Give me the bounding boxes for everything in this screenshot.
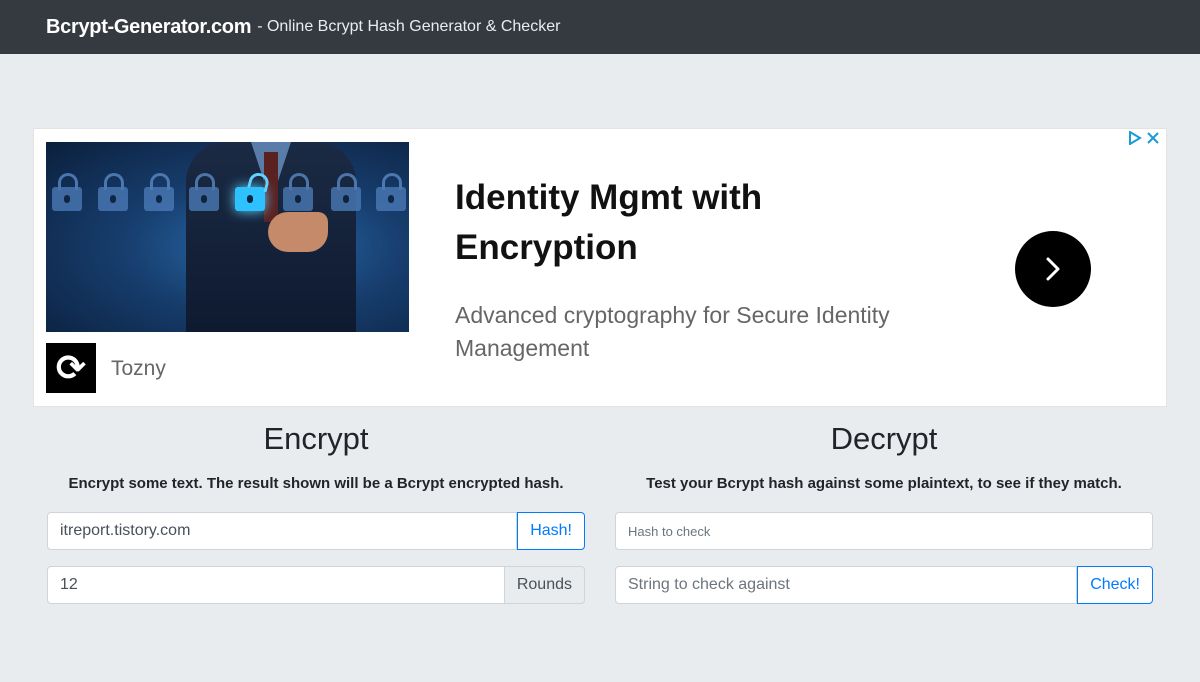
site-tagline: - Online Bcrypt Hash Generator & Checker [257, 18, 561, 35]
encrypt-text-group: Hash! [47, 512, 585, 550]
padlock-icon [189, 173, 219, 211]
advertiser-logo-icon[interactable]: ⟳ [46, 343, 96, 393]
ad-choices[interactable] [1128, 131, 1160, 145]
advertisement[interactable]: ⟳ Tozny Identity Mgmt with Encryption Ad… [33, 128, 1167, 407]
rounds-group: Rounds [47, 566, 585, 604]
close-ad-icon[interactable] [1146, 131, 1160, 145]
unlocked-padlock-icon [235, 187, 265, 211]
ad-open-arrow-button[interactable] [1015, 231, 1091, 307]
string-check-group: Check! [615, 566, 1153, 604]
ad-description[interactable]: Advanced cryptography for Secure Identit… [455, 299, 925, 365]
padlock-icon [144, 173, 174, 211]
encrypt-section: Encrypt Encrypt some text. The result sh… [47, 420, 585, 492]
padlock-icon [52, 173, 82, 211]
padlock-icon [283, 173, 313, 211]
advertiser-name[interactable]: Tozny [111, 357, 166, 381]
rounds-input[interactable] [47, 566, 505, 604]
chevron-right-icon [1046, 257, 1060, 281]
check-button[interactable]: Check! [1077, 566, 1153, 604]
ad-image-hand [268, 212, 328, 252]
padlock-icon [376, 173, 406, 211]
string-to-check-input[interactable] [615, 566, 1078, 604]
hash-button[interactable]: Hash! [517, 512, 585, 550]
decrypt-subtitle: Test your Bcrypt hash against some plain… [646, 475, 1122, 492]
rounds-label: Rounds [504, 566, 585, 604]
encrypt-text-input[interactable] [47, 512, 518, 550]
ad-headline[interactable]: Identity Mgmt with Encryption [455, 173, 835, 273]
hash-check-group [615, 512, 1153, 550]
adchoices-icon[interactable] [1128, 131, 1142, 145]
padlock-row [46, 173, 409, 227]
encrypt-subtitle: Encrypt some text. The result shown will… [68, 475, 564, 492]
decrypt-section: Decrypt Test your Bcrypt hash against so… [615, 420, 1153, 492]
navbar: Bcrypt-Generator.com - Online Bcrypt Has… [0, 0, 1200, 54]
padlock-icon [98, 173, 128, 211]
padlock-icon [331, 173, 361, 211]
decrypt-title: Decrypt [830, 421, 938, 456]
ad-image[interactable] [46, 142, 409, 332]
encrypt-title: Encrypt [263, 421, 369, 456]
site-brand[interactable]: Bcrypt-Generator.com [46, 16, 251, 39]
hash-to-check-input[interactable] [615, 512, 1153, 550]
